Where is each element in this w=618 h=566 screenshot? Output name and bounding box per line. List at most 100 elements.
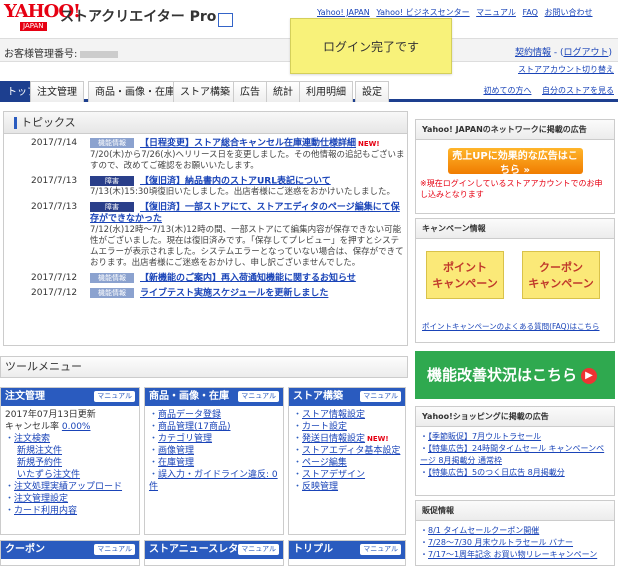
product-manage-link[interactable]: 商品管理(17商品)	[158, 422, 230, 432]
tab-stats[interactable]: 統計	[266, 81, 300, 102]
guideline-violation-link[interactable]: 誤入力・ガイドライン違反: 0件	[149, 470, 278, 492]
tab-ads[interactable]: 広告	[233, 81, 267, 102]
first-time-link[interactable]: 初めての方へ	[483, 86, 531, 95]
new-badge: NEW!	[367, 435, 389, 443]
window-square-icon[interactable]	[218, 13, 233, 27]
account-links: 契約情報 - (ログアウト)	[514, 48, 612, 58]
main-nav: トップ 注文管理 商品・画像・在庫 ストア構築 広告 統計 利用明細 設定 初め…	[0, 78, 618, 102]
topic-title-link[interactable]: 【日程変更】ストア総合キャンセル在庫連動仕様詳細	[140, 139, 356, 149]
triple-tool-box: トリプル マニュアル	[288, 540, 406, 566]
topic-item: 2017/7/12 機能情報 【新機能のご案内】再入荷通知機能に関するお知らせ	[31, 272, 356, 283]
contract-info-link[interactable]: 契約情報	[515, 48, 551, 58]
promo-link[interactable]: 8/1 タイムセールクーポン開催	[428, 526, 539, 535]
shopping-ad-box: Yahoo!ショッピングに掲載の広告 ・【季節販促】7月ウルトラセール ・【特集…	[415, 406, 615, 496]
topic-title-link[interactable]: 【復旧済】納品書内のストアURL表記について	[140, 176, 331, 186]
ship-date-link[interactable]: 発送日情報設定	[302, 434, 365, 444]
topic-item: 2017/7/13 障害 【復旧済】一部ストアにて、ストアエディタのページ編集にて…	[31, 202, 404, 268]
store-manual-button[interactable]: マニュアル	[360, 391, 401, 402]
new-reserve-link[interactable]: 新規予約件	[17, 458, 62, 468]
store-editor-link[interactable]: ストアエディタ基本設定	[302, 446, 400, 456]
campaign-faq-link[interactable]: ポイントキャンペーンのよくある質問(FAQ)はこちら	[422, 321, 600, 332]
topics-header: トピックス	[4, 112, 407, 134]
topic-title-link[interactable]: 【復旧済】一部ストアにて、ストアエディタのページ編集にて保存ができなかった	[90, 203, 400, 224]
promo-link[interactable]: 7/28～7/30 月末ウルトラセール バナー	[428, 538, 573, 547]
top-link-yahoo[interactable]: Yahoo! JAPAN	[317, 8, 370, 17]
status-badge: 機能情報	[90, 288, 134, 298]
order-upload-link[interactable]: 注文処理実績アップロード	[14, 482, 122, 492]
status-badge: 機能情報	[90, 138, 134, 148]
tab-order[interactable]: 注文管理	[30, 81, 84, 102]
account-number-masked	[80, 50, 119, 58]
top-links: Yahoo! JAPAN Yahoo! ビジネスセンター マニュアル FAQ お…	[317, 7, 597, 18]
topic-item: 2017/7/12 機能情報 ライブテスト実施スケジュールを更新しました	[31, 288, 329, 299]
status-badge: 障害	[90, 175, 134, 186]
tab-store-build[interactable]: ストア構築	[173, 81, 237, 102]
cart-settings-link[interactable]: カート設定	[302, 422, 347, 432]
image-manage-link[interactable]: 画像管理	[158, 446, 194, 456]
order-updated-text: 2017年07月13日更新	[5, 410, 96, 420]
status-badge: 障害	[90, 202, 134, 212]
order-search-item: 注文検索	[5, 433, 135, 445]
tab-product[interactable]: 商品・画像・在庫	[88, 81, 182, 102]
store-design-link[interactable]: ストアデザイン	[302, 470, 365, 480]
top-link-contact[interactable]: お問い合わせ	[545, 8, 593, 17]
topics-panel: トピックス 2017/7/14 機能情報 【日程変更】ストア総合キャンセル在庫連動…	[3, 111, 408, 346]
product-tool-header: 商品・画像・在庫 マニュアル	[145, 388, 283, 406]
new-badge: NEW!	[358, 139, 380, 148]
campaign-box: キャンペーン情報 ポイント キャンペーン クーポン キャンペーン ポイントキャンペー…	[415, 218, 615, 343]
yahoo-logo[interactable]: YAHOO! JAPAN	[4, 2, 81, 34]
order-settings-link[interactable]: 注文管理設定	[14, 494, 68, 504]
category-manage-link[interactable]: カテゴリ管理	[158, 434, 212, 444]
nav-right-links: 初めての方へ 自分のストアを見る	[475, 85, 614, 96]
card-usage-link[interactable]: カード利用内容	[14, 506, 77, 516]
login-toast: ログイン完了です	[290, 18, 452, 74]
topic-item: 2017/7/13 障害 【復旧済】納品書内のストアURL表記について 7/13(…	[31, 175, 396, 197]
top-link-faq[interactable]: FAQ	[522, 8, 538, 17]
publish-manage-link[interactable]: 反映管理	[302, 482, 338, 492]
topic-title-link[interactable]: 【新機能のご案内】再入荷通知機能に関するお知らせ	[140, 273, 356, 283]
top-link-manual[interactable]: マニュアル	[476, 8, 516, 17]
tool-menu-title: ツールメニュー	[0, 356, 408, 378]
store-tool-header: ストア構築 マニュアル	[289, 388, 405, 406]
top-link-business[interactable]: Yahoo! ビジネスセンター	[376, 8, 469, 17]
cancel-rate: キャンセル率 0.00%	[5, 422, 91, 432]
product-register-link[interactable]: 商品データ登録	[158, 410, 221, 420]
promo-link[interactable]: 7/17～1周年記念 お買い物リレーキャンペーン	[428, 550, 597, 559]
topics-bar-icon	[14, 117, 17, 129]
newsletter-manual-button[interactable]: マニュアル	[238, 544, 279, 555]
arrow-right-icon: ▶	[581, 367, 598, 384]
order-manual-button[interactable]: マニュアル	[94, 391, 135, 402]
ad-plan-button[interactable]: 売上UPに効果的な広告はこちら » 目的や価格からみつける広告プラン	[447, 148, 583, 185]
improvement-status-banner[interactable]: 機能改善状況はこちら ▶	[415, 351, 615, 399]
view-my-store-link[interactable]: 自分のストアを見る	[542, 86, 614, 95]
topic-item: 2017/7/14 機能情報 【日程変更】ストア総合キャンセル在庫連動仕様詳細 NE…	[31, 138, 405, 171]
point-campaign-button[interactable]: ポイント キャンペーン	[426, 251, 504, 299]
topic-title-link[interactable]: ライブテスト実施スケジュールを更新しました	[140, 289, 328, 299]
product-manual-button[interactable]: マニュアル	[238, 391, 279, 402]
order-search-link[interactable]: 注文検索	[14, 434, 50, 444]
order-tool-header: 注文管理 マニュアル	[1, 388, 139, 406]
prank-order-link[interactable]: いたずら注文件	[17, 470, 80, 480]
cancel-rate-link[interactable]: 0.00%	[62, 422, 91, 432]
shop-ad-link[interactable]: 【特集広告】24時間タイムセール キャンペーンページ 8月掲載分 通常枠	[420, 444, 604, 465]
coupon-tool-box: クーポン マニュアル	[0, 540, 140, 566]
store-info-link[interactable]: ストア情報設定	[302, 410, 365, 420]
promo-info-box: 販促情報 ・8/1 タイムセールクーポン開催 ・7/28～7/30 月末ウルトラ…	[415, 500, 615, 566]
tab-settings[interactable]: 設定	[355, 81, 389, 102]
store-tool-box: ストア構築マニュアル ストア情報設定 カート設定 発送日情報設定NEW! ストア…	[288, 387, 406, 535]
coupon-campaign-button[interactable]: クーポン キャンペーン	[522, 251, 600, 299]
product-tool-box: 商品・画像・在庫マニュアル 商品データ登録 商品管理(17商品) カテゴリ管理 …	[144, 387, 284, 535]
triple-manual-button[interactable]: マニュアル	[360, 544, 401, 555]
account-label: お客様管理番号:	[4, 45, 119, 60]
app-title: ストアクリエイター Pro	[60, 9, 217, 25]
newsletter-tool-box: ストアニュースレター マニュアル	[144, 540, 284, 566]
page-edit-link[interactable]: ページ編集	[302, 458, 347, 468]
stock-manage-link[interactable]: 在庫管理	[158, 458, 194, 468]
tab-billing[interactable]: 利用明細	[299, 81, 353, 102]
logout-link[interactable]: ログアウト	[563, 48, 608, 58]
new-order-link[interactable]: 新規注文件	[17, 446, 62, 456]
coupon-manual-button[interactable]: マニュアル	[94, 544, 135, 555]
store-switch-link[interactable]: ストアアカウント切り替え	[518, 64, 614, 75]
shop-ad-link[interactable]: 【特集広告】5のつく日広告 8月掲載分	[428, 468, 565, 477]
shop-ad-link[interactable]: 【季節販促】7月ウルトラセール	[428, 432, 541, 441]
